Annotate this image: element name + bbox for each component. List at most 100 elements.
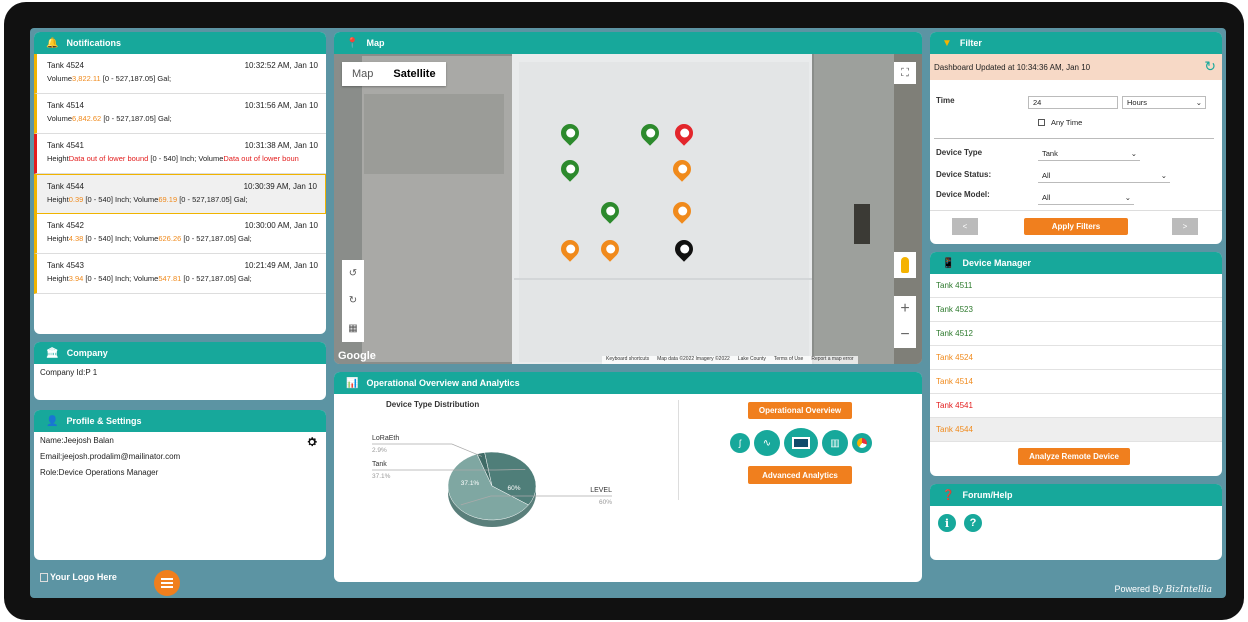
zoom-control: + − [894,296,916,348]
device-list-item[interactable]: Tank 4524 [930,346,1222,370]
info-icon[interactable]: i [938,514,956,532]
company-id: Company Id:P 1 [40,368,98,377]
tab-satellite[interactable]: Satellite [383,62,445,86]
notification-detail-part: Data out of lower bound [68,154,149,163]
profile-title: Profile & Settings [66,416,142,426]
notification-item[interactable]: Tank 4542 10:30:00 AM, Jan 10 Height4.38 [… [34,214,326,254]
device-model-select[interactable]: All ⌄ [1038,192,1134,205]
device-status-select[interactable]: All ⌄ [1038,170,1170,183]
analyze-remote-device-button[interactable]: Analyze Remote Device [1018,448,1130,465]
user-icon: 👤 [46,415,59,427]
device-type-select[interactable]: Tank ⌄ [1038,148,1140,161]
forum-header: ❓ Forum/Help [930,484,1222,506]
notification-item[interactable]: Tank 4543 10:21:49 AM, Jan 10 Height3.94 [… [34,254,326,294]
pegman-button[interactable] [894,252,916,278]
notification-detail: Height0.39 [0 - 540] Inch; Volume69.19 [… [47,195,317,204]
notification-detail-part: [0 - 540] Inch; Volume [83,234,159,243]
time-unit-select[interactable]: Hours ⌄ [1122,96,1206,109]
notification-detail-part: Volume [47,114,73,123]
pegman-icon [901,257,909,273]
zoom-in-button[interactable]: + [900,300,909,318]
time-label: Time [936,96,955,105]
rotate-left-icon[interactable]: ↺ [349,268,357,279]
attrib-report[interactable]: Report a map error [811,356,853,364]
notification-time: 10:21:49 AM, Jan 10 [244,261,318,270]
company-header: 🏛 Company [34,342,326,364]
next-button[interactable]: > [1172,218,1198,235]
menu-button[interactable] [154,570,180,596]
overview-panel: 📊 Operational Overview and Analytics Dev… [334,372,922,582]
notification-detail-part: Volume [47,74,73,83]
any-time-checkbox[interactable] [1038,119,1045,126]
tilt-icon[interactable]: ▦ [348,323,357,334]
map-title: Map [366,38,385,48]
device-status-label: Device Status: [936,170,992,179]
device-list-item[interactable]: Tank 4541 [930,394,1222,418]
run-icon[interactable]: ʃ [730,433,750,453]
notification-detail-part: [0 - 527,187.05] Gal; [177,195,248,204]
notification-detail-part: Height [47,154,69,163]
device-name: Tank 4524 [936,353,973,362]
bar-chart-icon[interactable]: ▥ [822,430,848,456]
notification-item[interactable]: Tank 4544 10:30:39 AM, Jan 10 Height0.39 [… [34,174,326,214]
notification-detail: Height3.94 [0 - 540] Inch; Volume547.81 … [47,274,318,283]
device-name: Tank 4544 [936,425,973,434]
notification-item[interactable]: Tank 4514 10:31:56 AM, Jan 10 Volume6,842.… [34,94,326,134]
powered-by: Powered By BizIntellia [1114,584,1212,595]
pie-category-label: LEVEL [590,487,612,494]
device-list-item[interactable]: Tank 4511 [930,274,1222,298]
question-circle-icon: ❓ [942,489,955,501]
device-name: Tank 4512 [936,329,973,338]
time-input[interactable]: 24 [1028,96,1118,109]
chevron-down-icon: ⌄ [1130,149,1137,158]
monitor-icon[interactable] [784,428,818,458]
map-marker-center [678,126,692,140]
device-list-item[interactable]: Tank 4523 [930,298,1222,322]
refresh-icon[interactable]: ↻ [1204,58,1216,75]
device-manager-title: Device Manager [962,258,1031,268]
help-icon[interactable]: ? [964,514,982,532]
map-type-control: Map Satellite [342,62,446,86]
filter-header: ▼ Filter [930,32,1222,54]
gear-icon[interactable] [306,436,318,448]
attrib-keyboard[interactable]: Keyboard shortcuts [606,356,649,364]
notification-detail-part: Height [47,274,69,283]
fullscreen-button[interactable]: ⛶ [894,62,916,84]
notification-detail-part: 69.19 [158,195,178,204]
notification-detail-part: Height [47,195,69,204]
dashboard-screen: 🔔 Notifications Tank 4524 10:32:52 AM, Ja… [30,28,1226,598]
dashboard-updated-bar: Dashboard Updated at 10:34:36 AM, Jan 10… [930,54,1222,80]
map-marker-center [564,162,578,176]
notification-item[interactable]: Tank 4524 10:32:52 AM, Jan 10 Volume3,822.… [34,54,326,94]
apply-filters-button[interactable]: Apply Filters [1024,218,1128,235]
notification-detail-part: 0.39 [68,195,84,204]
operational-overview-button[interactable]: Operational Overview [748,402,852,419]
device-list-item[interactable]: Tank 4514 [930,370,1222,394]
rotate-right-icon[interactable]: ↻ [349,295,357,306]
device-name: Tank 4511 [936,281,973,290]
device-model-label: Device Model: [936,190,990,199]
dashboard-updated-text: Dashboard Updated at 10:34:36 AM, Jan 10 [934,62,1091,72]
line-chart-icon[interactable]: ∿ [754,430,780,456]
map-header: 📍 Map [334,32,922,54]
pie-chart-icon[interactable] [852,433,872,453]
device-list-item[interactable]: Tank 4512 [930,322,1222,346]
zoom-out-button[interactable]: − [900,326,909,344]
advanced-analytics-button[interactable]: Advanced Analytics [748,466,852,484]
prev-button[interactable]: < [952,218,978,235]
building-icon: 🏛 [46,347,59,359]
satellite-map[interactable]: Map Satellite ⛶ + − ↺ ↻ ▦ Google Keyboar… [334,54,922,364]
pie-inner-label: 60% [507,485,520,492]
notification-item[interactable]: Tank 4541 10:31:38 AM, Jan 10 HeightData o… [34,134,326,174]
attrib-terms[interactable]: Terms of Use [774,356,803,364]
pie-percent-label: 2.9% [372,447,387,454]
profile-role: Role:Device Operations Manager [40,468,159,477]
phone-icon: 📱 [942,257,955,269]
chart-icon: 📊 [346,377,359,389]
notification-detail-part: [0 - 527,187.05] Gal; [100,74,172,83]
company-title: Company [66,348,108,358]
device-type-label: Device Type [936,148,983,157]
tab-map[interactable]: Map [342,62,383,86]
device-list-item[interactable]: Tank 4544 [930,418,1222,442]
notifications-header: 🔔 Notifications [34,32,326,54]
